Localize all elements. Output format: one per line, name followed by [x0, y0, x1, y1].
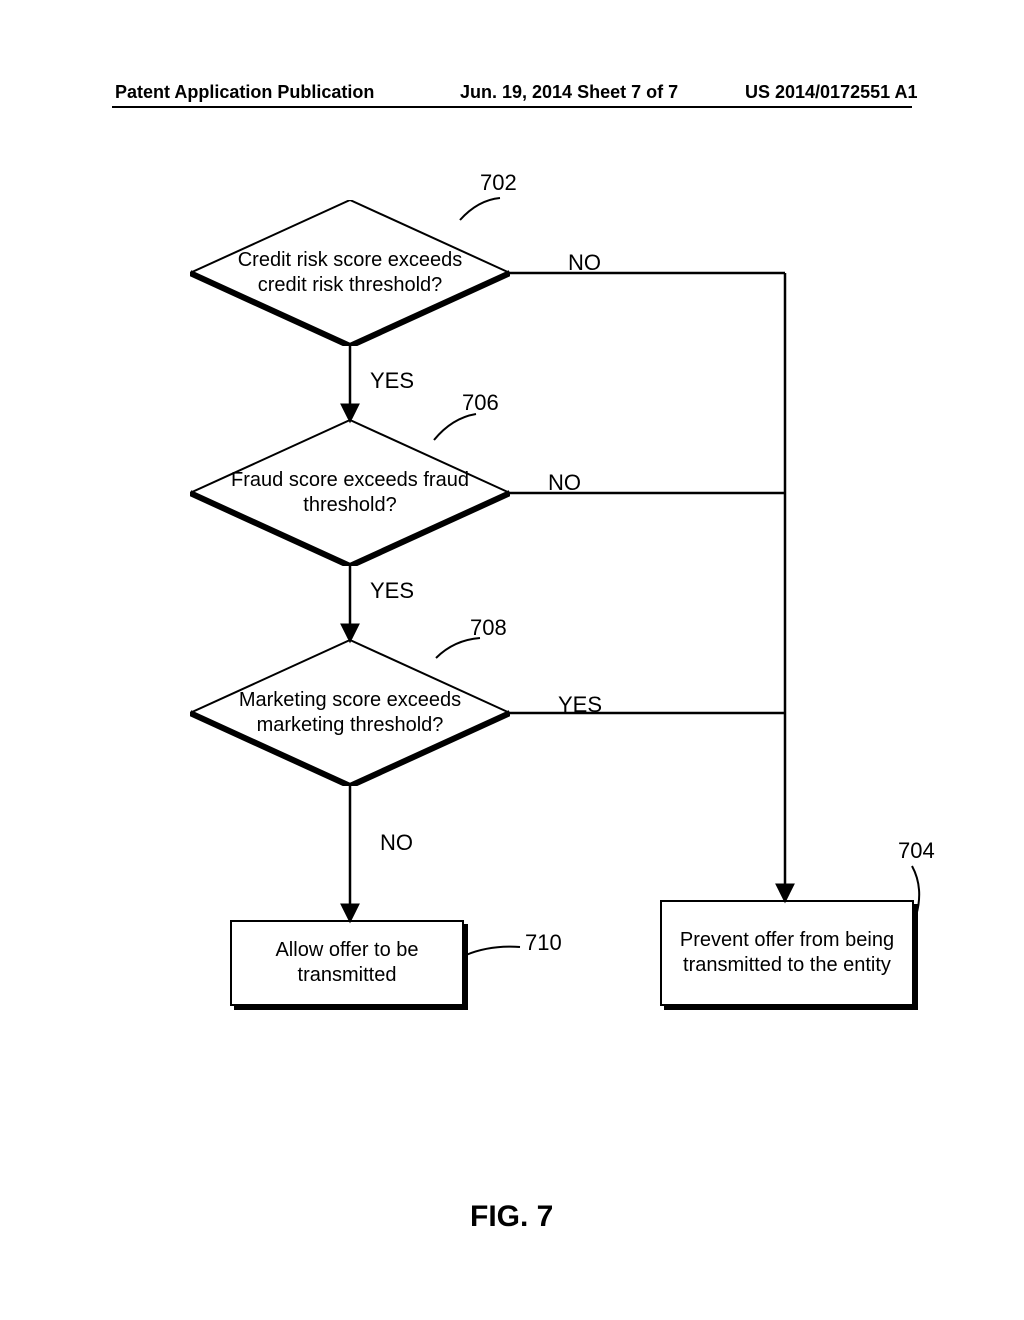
process-704-text: Prevent offer from being transmitted to … — [662, 928, 912, 978]
edge-702-no: NO — [568, 250, 601, 276]
decision-708: Marketing score exceeds marketing thresh… — [190, 640, 510, 786]
decision-702: Credit risk score exceeds credit risk th… — [190, 200, 510, 346]
process-704: Prevent offer from being transmitted to … — [660, 900, 914, 1006]
edge-706-no: NO — [548, 470, 581, 496]
ref-702: 702 — [480, 170, 517, 196]
decision-706: Fraud score exceeds fraud threshold? — [190, 420, 510, 566]
page: Patent Application Publication Jun. 19, … — [0, 0, 1024, 1320]
edge-708-no: NO — [380, 830, 413, 856]
ref-708: 708 — [470, 615, 507, 641]
decision-708-text: Marketing score exceeds marketing thresh… — [190, 640, 510, 786]
process-710-text: Allow offer to be transmitted — [232, 938, 462, 988]
process-710: Allow offer to be transmitted — [230, 920, 464, 1006]
hdr-pubnumber: US 2014/0172551 A1 — [745, 82, 917, 103]
hdr-date-sheet: Jun. 19, 2014 Sheet 7 of 7 — [460, 82, 678, 103]
edge-708-yes: YES — [558, 692, 602, 718]
decision-702-text: Credit risk score exceeds credit risk th… — [190, 200, 510, 346]
ref-704: 704 — [898, 838, 935, 864]
decision-706-text: Fraud score exceeds fraud threshold? — [190, 420, 510, 566]
hdr-rule — [112, 106, 912, 108]
figure-caption: FIG. 7 — [470, 1200, 553, 1234]
hdr-publication: Patent Application Publication — [115, 82, 374, 103]
ref-706: 706 — [462, 390, 499, 416]
edge-706-yes: YES — [370, 578, 414, 604]
ref-710: 710 — [525, 930, 562, 956]
flow-connectors — [0, 0, 1024, 1320]
edge-702-yes: YES — [370, 368, 414, 394]
